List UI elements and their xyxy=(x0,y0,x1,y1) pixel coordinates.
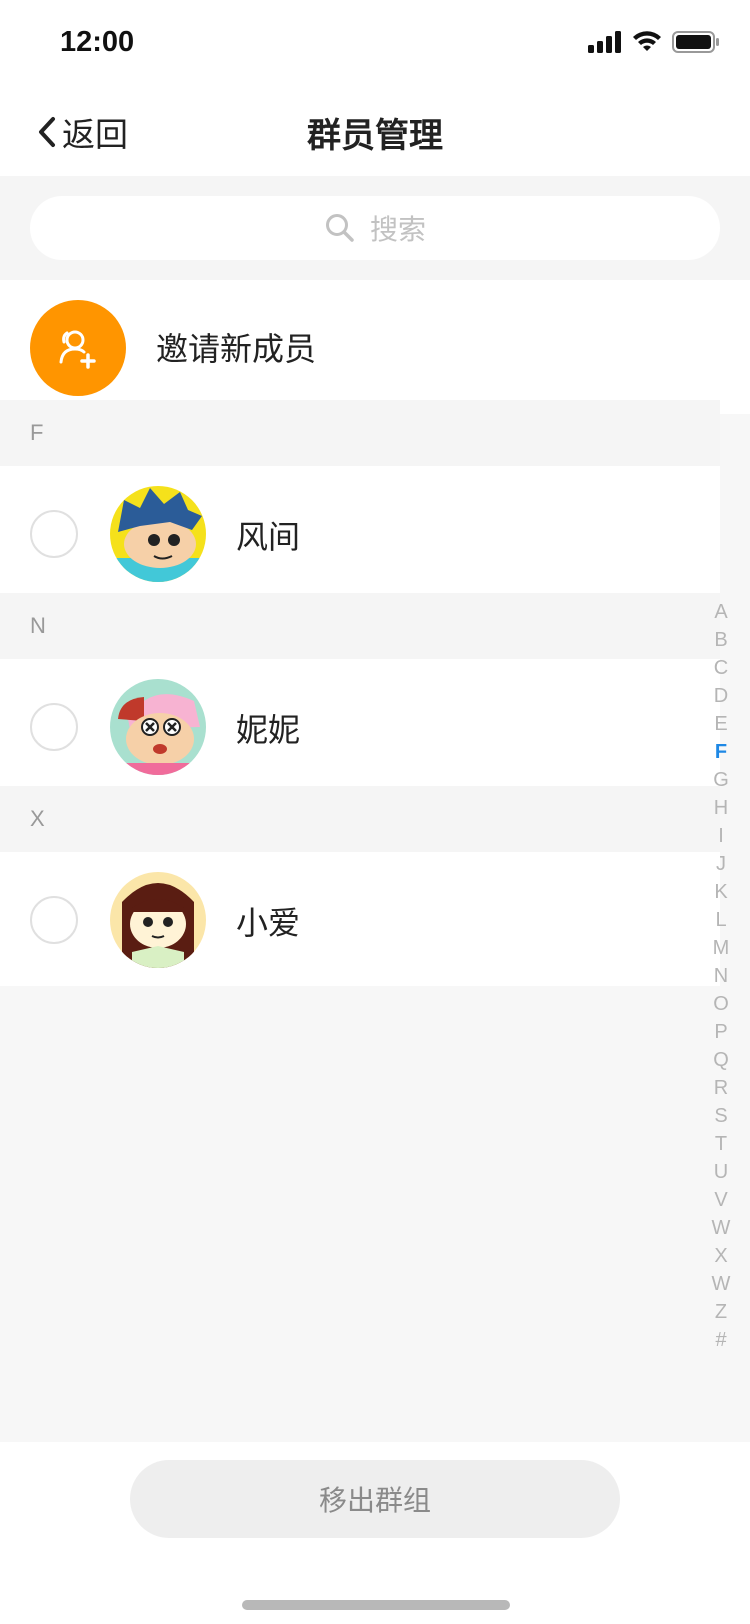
section-header-x: X xyxy=(0,786,720,852)
index-letter-g[interactable]: G xyxy=(713,766,729,794)
index-letter-o[interactable]: O xyxy=(713,990,729,1018)
index-letter-q[interactable]: Q xyxy=(713,1046,729,1074)
invite-label: 邀请新成员 xyxy=(156,330,317,368)
select-checkbox[interactable] xyxy=(30,510,78,558)
invite-member-row[interactable]: 邀请新成员 xyxy=(0,280,750,414)
member-row-ai[interactable]: 小爱 xyxy=(0,852,720,986)
index-letter-r[interactable]: R xyxy=(714,1074,728,1102)
index-letter-d[interactable]: D xyxy=(714,682,728,710)
member-name: 风间 xyxy=(236,518,301,556)
section-letter: N xyxy=(30,613,46,638)
invite-avatar xyxy=(30,300,126,396)
home-indicator xyxy=(242,1600,510,1610)
signal-icon xyxy=(588,31,621,53)
index-letter-w-2[interactable]: W xyxy=(712,1270,731,1298)
index-letter-w[interactable]: W xyxy=(712,1214,731,1242)
nav-bar: 返回 群员管理 xyxy=(0,88,750,176)
member-name: 小爱 xyxy=(236,904,301,942)
index-letter-t[interactable]: T xyxy=(715,1130,727,1158)
search-icon xyxy=(325,214,354,242)
wifi-icon xyxy=(633,31,661,51)
index-letter-c[interactable]: C xyxy=(714,654,728,682)
index-letter-f[interactable]: F xyxy=(715,738,727,766)
kazama-avatar-image xyxy=(110,486,206,582)
status-time: 12:00 xyxy=(60,26,135,58)
status-icons xyxy=(588,30,720,54)
index-letter-j[interactable]: J xyxy=(716,850,726,878)
index-letter-i[interactable]: I xyxy=(718,822,724,850)
add-user-icon xyxy=(59,330,96,369)
section-letter: F xyxy=(30,420,44,445)
section-header-n: N xyxy=(0,593,720,659)
section-letter: X xyxy=(30,806,45,831)
member-row-nene[interactable]: 妮妮 xyxy=(0,659,720,793)
index-letter-b[interactable]: B xyxy=(714,626,727,654)
member-row-kazama[interactable]: 风间 xyxy=(0,466,720,600)
remove-from-group-button[interactable]: 移出群组 xyxy=(130,1460,620,1538)
bottom-bar: 移出群组 xyxy=(0,1442,750,1624)
nene-avatar-image xyxy=(110,679,206,775)
alphabet-index[interactable]: A B C D E F G H I J K L M N O P Q R S T … xyxy=(706,598,736,1354)
battery-icon xyxy=(672,31,719,53)
index-letter-l[interactable]: L xyxy=(715,906,726,934)
ai-avatar-image xyxy=(110,872,206,968)
index-letter-n[interactable]: N xyxy=(714,962,728,990)
index-letter-p[interactable]: P xyxy=(714,1018,727,1046)
index-letter-u[interactable]: U xyxy=(714,1158,728,1186)
avatar xyxy=(110,486,206,582)
index-letter-s[interactable]: S xyxy=(714,1102,727,1130)
member-name: 妮妮 xyxy=(236,711,301,749)
search-input[interactable]: 搜索 xyxy=(30,196,720,260)
avatar xyxy=(110,679,206,775)
search-area: 搜索 xyxy=(0,176,750,280)
index-letter-h[interactable]: H xyxy=(714,794,728,822)
index-letter-z[interactable]: Z xyxy=(715,1298,727,1326)
index-letter-v[interactable]: V xyxy=(714,1186,727,1214)
status-bar: 12:00 xyxy=(0,0,750,88)
index-letter-m[interactable]: M xyxy=(713,934,730,962)
page-title: 群员管理 xyxy=(307,116,443,156)
index-letter-x[interactable]: X xyxy=(714,1242,727,1270)
index-letter-e[interactable]: E xyxy=(714,710,727,738)
select-checkbox[interactable] xyxy=(30,896,78,944)
index-letter-k[interactable]: K xyxy=(714,878,727,906)
index-letter-hash[interactable]: # xyxy=(715,1326,726,1354)
index-letter-a[interactable]: A xyxy=(714,598,727,626)
select-checkbox[interactable] xyxy=(30,703,78,751)
avatar xyxy=(110,872,206,968)
search-placeholder: 搜索 xyxy=(369,213,426,246)
section-header-f: F xyxy=(0,400,720,466)
